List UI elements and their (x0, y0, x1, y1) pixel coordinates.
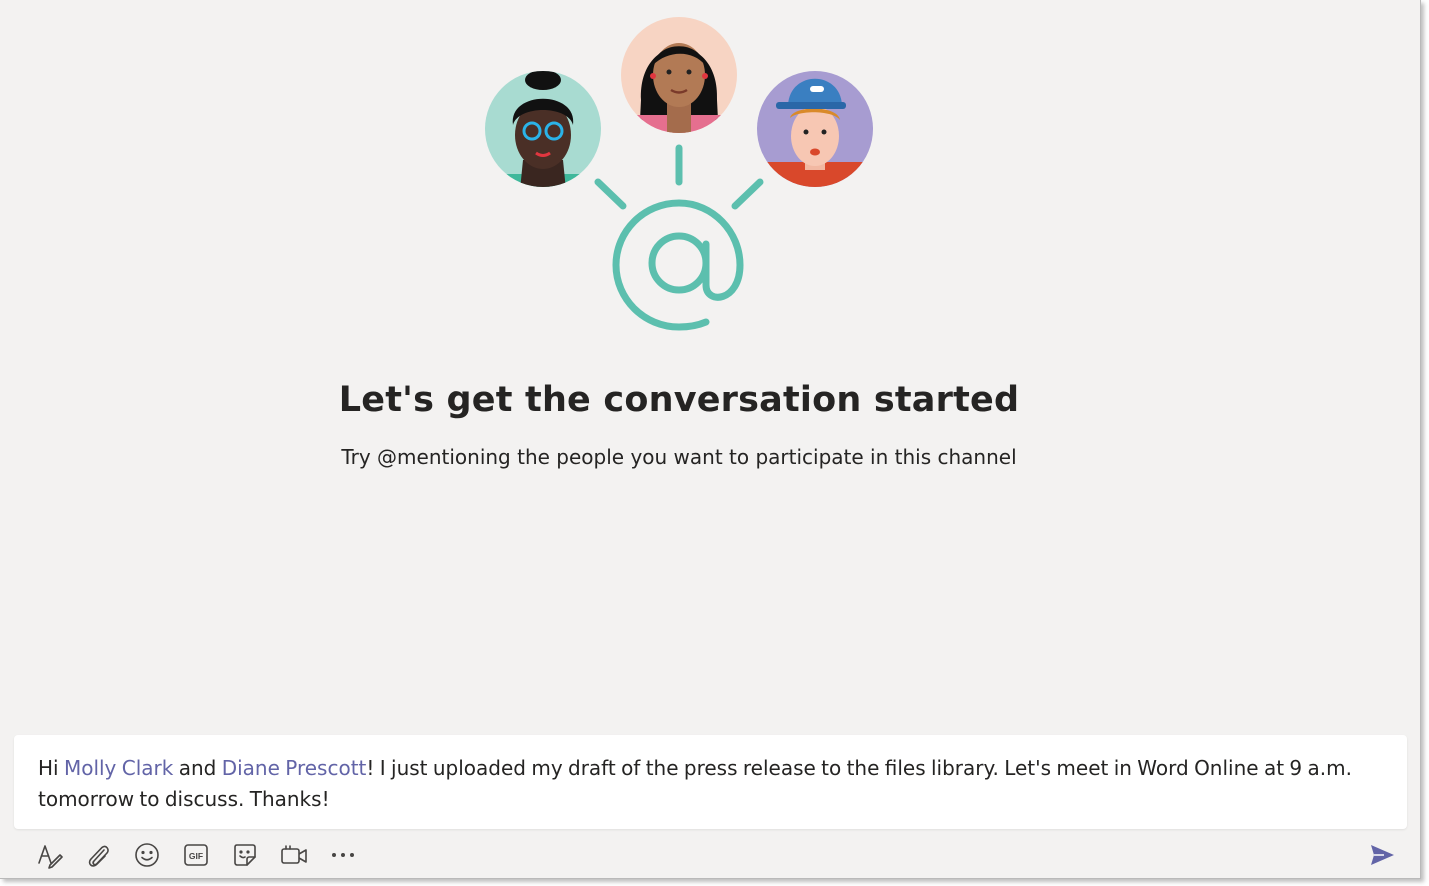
format-icon (38, 845, 63, 869)
at-sign-icon (612, 199, 744, 331)
avatar-man-cap (757, 71, 873, 187)
emoji-icon (135, 843, 159, 867)
gif-icon: GIF (184, 844, 208, 866)
emoji-button[interactable] (129, 837, 165, 873)
empty-state-subtitle: Try @mentioning the people you want to p… (341, 445, 1017, 469)
sticker-button[interactable] (227, 837, 263, 873)
mention-diane-prescott[interactable]: Diane Prescott (222, 756, 367, 780)
meet-now-button[interactable] (276, 837, 312, 873)
empty-state-title: Let's get the conversation started (338, 380, 1020, 420)
gif-button[interactable]: GIF (178, 837, 214, 873)
teams-channel-window: Let's get the conversation started Try @… (0, 0, 1421, 879)
mention-rays (594, 144, 764, 210)
more-options-icon (332, 853, 354, 857)
message-text: Hi (38, 756, 64, 780)
attach-button[interactable] (80, 837, 116, 873)
meet-now-icon (281, 845, 307, 864)
compose-toolbar: GIF (0, 835, 1420, 875)
sticker-icon (234, 844, 256, 866)
gif-label: GIF (189, 851, 203, 861)
format-button[interactable] (31, 837, 67, 873)
mention-illustration (485, 17, 873, 331)
avatar-woman-glasses (485, 71, 601, 187)
mention-molly-clark[interactable]: Molly Clark (64, 756, 173, 780)
message-text: and (173, 756, 222, 780)
compose-message-box[interactable]: Hi Molly Clark and Diane Prescott! I jus… (14, 735, 1407, 829)
send-icon (1371, 845, 1394, 865)
more-options-button[interactable] (325, 837, 361, 873)
empty-conversation-state: Let's get the conversation started Try @… (0, 0, 1420, 700)
attach-icon (88, 845, 109, 867)
send-button[interactable] (1364, 837, 1400, 873)
avatar-woman-long-hair (621, 17, 737, 133)
